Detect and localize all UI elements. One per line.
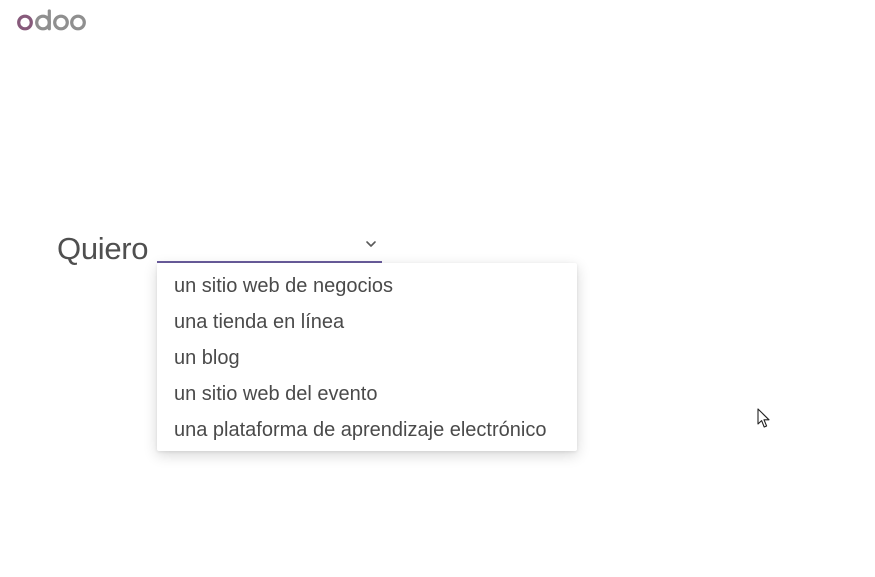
option-elearning-platform[interactable]: una plataforma de aprendizaje electrónic… (157, 412, 577, 448)
website-type-dropdown-menu: un sitio web de negocios una tienda en l… (157, 263, 577, 451)
prompt-lead-text: Quiero (57, 231, 149, 266)
option-business-website[interactable]: un sitio web de negocios (157, 268, 577, 304)
website-type-select[interactable] (157, 228, 382, 263)
page: Quiero un sitio web de negocios una tien… (0, 0, 875, 577)
option-online-store[interactable]: una tienda en línea (157, 304, 577, 340)
chevron-down-icon (366, 241, 376, 247)
website-goal-question: Quiero (57, 228, 382, 268)
option-blog[interactable]: un blog (157, 340, 577, 376)
option-event-website[interactable]: un sitio web del evento (157, 376, 577, 412)
odoo-logo (17, 9, 86, 31)
mouse-cursor-icon (757, 408, 770, 428)
